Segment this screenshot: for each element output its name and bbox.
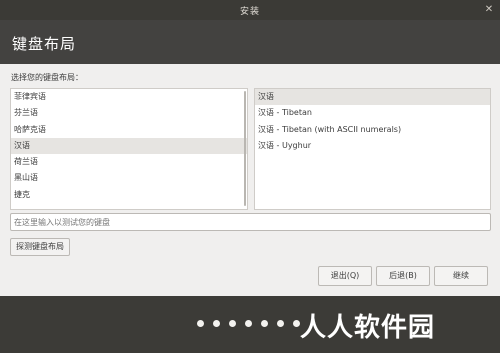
progress-dots: [197, 320, 300, 328]
detect-layout-button[interactable]: 探测键盘布局: [10, 238, 70, 256]
layout-list-item[interactable]: 捷克: [11, 187, 247, 203]
continue-button[interactable]: 继续: [434, 266, 488, 286]
watermark-logo: 人人软件园: [300, 313, 436, 343]
variant-list: 汉语 汉语 - Tibetan 汉语 - Tibetan (with ASCII n…: [254, 88, 491, 210]
title-bar: 安装 ✕: [0, 0, 500, 20]
progress-dot: [261, 320, 268, 327]
window-title: 安装: [239, 6, 260, 17]
layout-list-scrollbar[interactable]: [244, 91, 246, 206]
layout-list-item[interactable]: 菲律宾语: [11, 89, 247, 105]
layout-list-item[interactable]: 哈萨克语: [11, 122, 247, 138]
quit-button[interactable]: 退出(Q): [318, 266, 372, 286]
progress-dot: [229, 320, 236, 327]
layout-list-item[interactable]: 黑山语: [11, 170, 247, 186]
progress-dot: [277, 320, 284, 327]
keyboard-test-input[interactable]: [10, 213, 491, 231]
variant-list-item[interactable]: 汉语: [255, 89, 490, 106]
progress-dot: [245, 320, 252, 327]
layout-prompt-label: 选择您的键盘布局：: [11, 73, 83, 82]
variant-list-item[interactable]: 汉语 - Tibetan (with ASCII numerals): [255, 122, 490, 138]
back-button[interactable]: 后退(B): [376, 266, 430, 286]
layout-list-item[interactable]: 芬兰语: [11, 105, 247, 121]
progress-dot: [197, 320, 204, 327]
layout-list-item[interactable]: 荷兰语: [11, 154, 247, 170]
page-header: 键盘布局: [0, 20, 500, 64]
layout-list: 菲律宾语 芬兰语 哈萨克语 汉语 荷兰语 黑山语 捷克: [10, 88, 248, 210]
installer-window: 安装 ✕ 键盘布局 选择您的键盘布局： 菲律宾语 芬兰语 哈萨克语 汉语 荷兰语 黑山语捷…: [0, 0, 500, 296]
progress-dot: [293, 320, 300, 327]
close-icon[interactable]: ✕: [482, 3, 496, 17]
variant-list-item[interactable]: 汉语 - Tibetan: [255, 105, 490, 121]
progress-dot: [213, 320, 220, 327]
page-title: 键盘布局: [12, 35, 77, 53]
layout-list-item[interactable]: 汉语: [11, 137, 247, 155]
variant-list-item[interactable]: 汉语 - Uyghur: [255, 138, 490, 154]
